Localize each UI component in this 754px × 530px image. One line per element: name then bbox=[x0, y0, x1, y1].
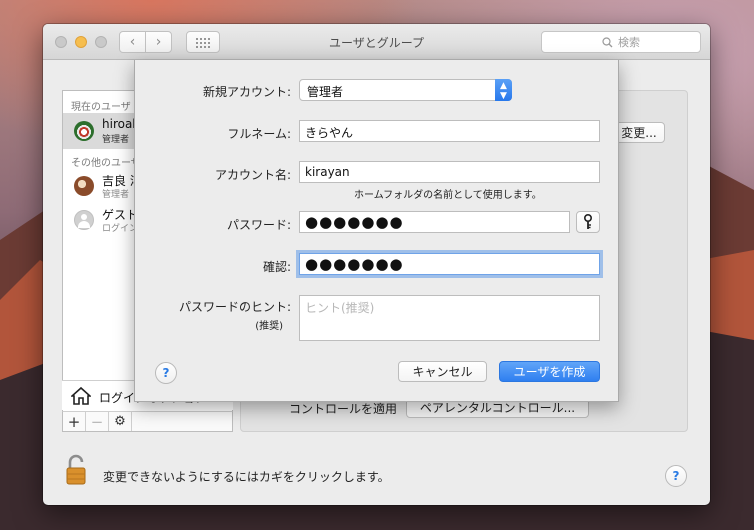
full-name-label: フルネーム: bbox=[227, 127, 291, 141]
house-icon bbox=[71, 386, 91, 405]
account-name-field[interactable]: kirayan bbox=[299, 161, 600, 183]
hint-placeholder: ヒント(推奨) bbox=[305, 301, 375, 315]
action-menu-button[interactable]: ⚙ bbox=[109, 412, 132, 431]
change-password-button[interactable]: 変更... bbox=[613, 122, 665, 143]
help-button[interactable]: ? bbox=[665, 465, 687, 487]
user-role: 管理者 bbox=[102, 135, 130, 145]
avatar bbox=[74, 176, 94, 196]
parental-control-text: コントロールを適用 bbox=[289, 402, 398, 416]
chevron-up-down-icon: ▲ ▼ bbox=[495, 79, 512, 101]
current-user-section-label: 現在のユーザ bbox=[71, 102, 131, 113]
password-label: パスワード: bbox=[226, 218, 291, 232]
key-icon bbox=[584, 214, 592, 229]
password-field[interactable]: ●●●●●●● bbox=[299, 211, 570, 233]
avatar bbox=[74, 121, 94, 141]
cancel-button[interactable]: キャンセル bbox=[398, 361, 487, 382]
unlocked-padlock-icon[interactable] bbox=[65, 454, 89, 486]
titlebar: ‹ › ユーザとグループ 検索 bbox=[43, 24, 710, 60]
verify-label: 確認: bbox=[262, 260, 291, 274]
lock-instruction-text: 変更できないようにするにはカギをクリックします。 bbox=[103, 470, 390, 484]
user-role: 管理者 bbox=[102, 190, 130, 200]
user-list-toolbar: + − ⚙ bbox=[62, 411, 233, 432]
verify-password-field[interactable]: ●●●●●●● bbox=[299, 253, 600, 275]
account-type-value: 管理者 bbox=[307, 85, 344, 99]
create-user-button[interactable]: ユーザを作成 bbox=[499, 361, 600, 382]
password-assistant-button[interactable] bbox=[576, 211, 600, 233]
remove-user-button[interactable]: − bbox=[86, 412, 109, 431]
account-name-note: ホームフォルダの名前として使用します。 bbox=[354, 190, 542, 201]
password-hint-label: パスワードのヒント: bbox=[178, 300, 291, 314]
plus-icon: + bbox=[67, 412, 81, 431]
new-account-label: 新規アカウント: bbox=[202, 85, 291, 99]
question-mark-icon: ? bbox=[672, 469, 680, 483]
other-users-section-label: その他のユーザ bbox=[71, 158, 141, 169]
search-placeholder: 検索 bbox=[618, 36, 640, 49]
question-mark-icon: ? bbox=[162, 366, 170, 380]
password-hint-sublabel: (推奨) bbox=[255, 321, 283, 332]
search-icon bbox=[602, 36, 613, 47]
gear-icon: ⚙ bbox=[114, 414, 126, 429]
guest-avatar-icon bbox=[74, 210, 94, 230]
password-hint-field[interactable]: ヒント(推奨) bbox=[299, 295, 600, 341]
sheet-help-button[interactable]: ? bbox=[155, 362, 177, 384]
search-input[interactable]: 検索 bbox=[541, 31, 701, 53]
account-type-select[interactable]: 管理者 ▲ ▼ bbox=[299, 79, 512, 101]
account-name-label: アカウント名: bbox=[214, 168, 291, 182]
add-user-button[interactable]: + bbox=[63, 412, 86, 431]
new-account-sheet: 新規アカウント: 管理者 ▲ ▼ フルネーム: きらやん アカウント名: kira… bbox=[134, 60, 619, 402]
user-role: ログイン bbox=[102, 224, 139, 234]
minus-icon: − bbox=[90, 412, 104, 431]
full-name-field[interactable]: きらやん bbox=[299, 120, 600, 142]
